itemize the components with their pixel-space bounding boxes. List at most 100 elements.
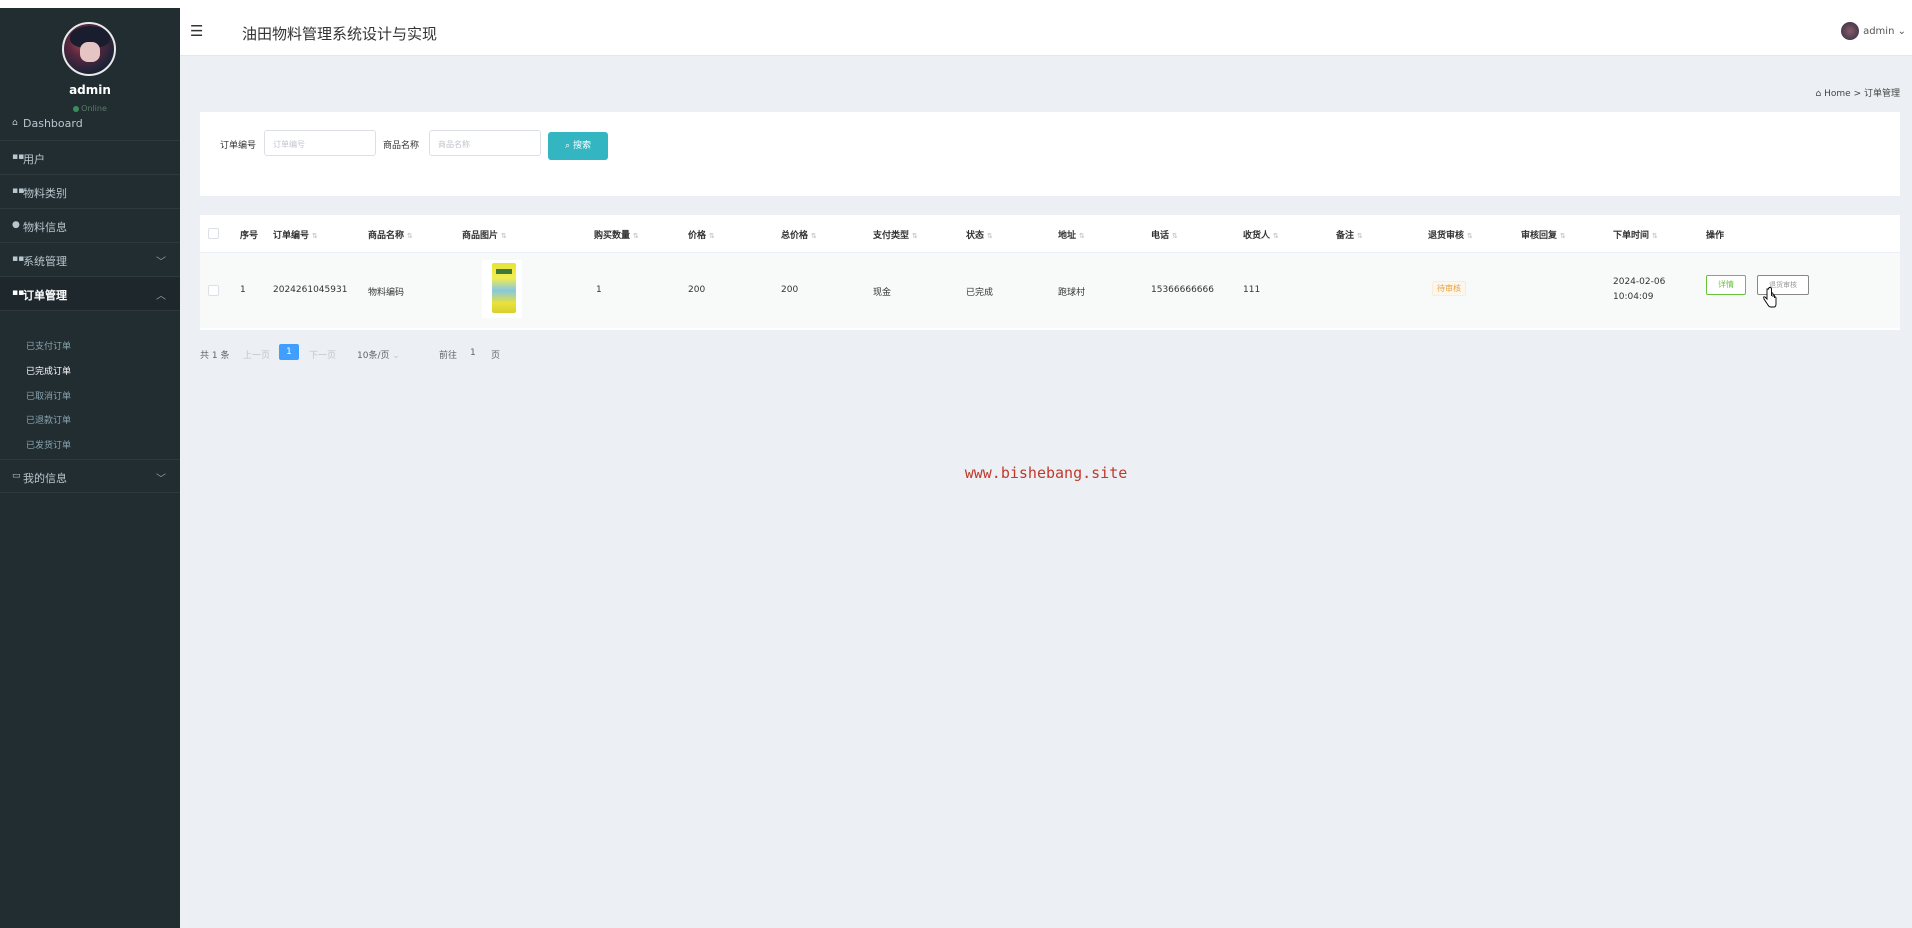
sidebar-item-orders[interactable]: ▪▪ 订单管理 ︿ <box>0 277 180 311</box>
next-page-button[interactable]: 下一页 <box>309 348 336 361</box>
sort-icon: ⇅ <box>407 232 413 240</box>
column-header[interactable]: 商品图片 ⇅ <box>462 228 507 241</box>
sidebar-item-label: 订单管理 <box>23 289 67 302</box>
page-title: 油田物料管理系统设计与实现 <box>242 25 438 43</box>
card-icon: ▭ <box>12 471 21 481</box>
submenu-paid-orders[interactable]: 已支付订单 <box>26 339 71 352</box>
cell-product-name: 物料编码 <box>368 288 405 298</box>
goto-page-input[interactable]: 1 <box>470 348 476 358</box>
column-header[interactable]: 支付类型 ⇅ <box>873 228 918 241</box>
sort-icon: ⇅ <box>1172 232 1178 240</box>
breadcrumb-current: 订单管理 <box>1863 89 1900 99</box>
cell-address: 跑球村 <box>1058 288 1086 298</box>
menu-toggle-icon[interactable]: ☰ <box>190 22 203 40</box>
sidebar-item-label: 物料信息 <box>23 221 67 234</box>
column-header[interactable]: 电话 ⇅ <box>1151 228 1178 241</box>
table-row: 1 2024261045931 物料编码 1 200 200 现金 已完成 跑球… <box>200 253 1900 328</box>
main-content: ⌂ Home > 订单管理 订单编号 订单编号 商品名称 商品名称 ⌕ 搜索 序… <box>180 56 1912 928</box>
column-header: 序号 <box>240 231 259 241</box>
cell-phone: 15366666666 <box>1151 285 1214 295</box>
cell-pay-type: 现金 <box>873 288 892 298</box>
cell-price: 200 <box>688 285 706 295</box>
search-panel: 订单编号 订单编号 商品名称 商品名称 ⌕ 搜索 <box>200 112 1900 196</box>
chevron-down-icon: ﹀ <box>156 257 166 268</box>
select-all-checkbox[interactable] <box>208 228 219 239</box>
sidebar-item-label: Dashboard <box>23 117 83 130</box>
sidebar-item-users[interactable]: ▪▪ 用户 <box>0 141 180 175</box>
page-size-select[interactable]: 10条/页 ⌄ <box>357 348 400 361</box>
sidebar-item-label: 物料类别 <box>23 187 67 200</box>
column-header[interactable]: 退货审核 ⇅ <box>1428 228 1473 241</box>
row-checkbox[interactable] <box>208 285 219 296</box>
search-button[interactable]: ⌕ 搜索 <box>548 132 608 160</box>
column-header[interactable]: 商品名称 ⇅ <box>368 228 413 241</box>
column-header[interactable]: 备注 ⇅ <box>1336 228 1363 241</box>
user-menu[interactable]: admin ⌄ <box>1841 22 1906 40</box>
sidebar-item-label: 用户 <box>23 153 45 166</box>
chevron-up-icon: ︿ <box>156 291 166 302</box>
column-header[interactable]: 地址 ⇅ <box>1058 228 1085 241</box>
column-header[interactable]: 收货人 ⇅ <box>1243 228 1279 241</box>
cell-status: 已完成 <box>966 288 994 298</box>
cell-receiver: 111 <box>1243 285 1261 295</box>
sort-icon: ⇅ <box>987 232 993 240</box>
column-header[interactable]: 订单编号 ⇅ <box>273 228 318 241</box>
chevron-down-icon: ⌄ <box>1897 26 1906 37</box>
column-header[interactable]: 审核回复 ⇅ <box>1521 228 1566 241</box>
search-icon: ⌕ <box>565 141 571 151</box>
orders-table: 序号 订单编号 ⇅ 商品名称 ⇅ 商品图片 ⇅ 购买数量 ⇅ 价格 ⇅ 总价格 ⇅ 支付类型… <box>200 215 1900 330</box>
home-icon: ⌂ <box>12 118 18 128</box>
sidebar-item-dashboard[interactable]: ⌂ Dashboard <box>0 107 180 141</box>
submenu-shipped-orders[interactable]: 已发货订单 <box>26 438 71 451</box>
user-avatar <box>62 22 116 76</box>
hand-cursor-icon <box>1763 287 1777 308</box>
page-number-current[interactable]: 1 <box>279 344 299 360</box>
submenu-refunded-orders[interactable]: 已退款订单 <box>26 413 71 426</box>
table-header: 序号 订单编号 ⇅ 商品名称 ⇅ 商品图片 ⇅ 购买数量 ⇅ 价格 ⇅ 总价格 ⇅ 支付类型… <box>200 215 1900 253</box>
sort-icon: ⇅ <box>1467 232 1473 240</box>
product-image[interactable] <box>482 260 522 318</box>
pagination: 共 1 条 上一页 1 下一页 10条/页 ⌄ 前往 1 页 <box>200 343 600 363</box>
top-bar: ☰ 油田物料管理系统设计与实现 admin ⌄ <box>180 8 1912 56</box>
column-header[interactable]: 下单时间 ⇅ <box>1613 228 1658 241</box>
order-no-label: 订单编号 <box>220 141 257 151</box>
sort-icon: ⇅ <box>811 232 817 240</box>
submenu-cancelled-orders[interactable]: 已取消订单 <box>26 389 71 402</box>
cell-order-time: 2024-02-06 10:04:09 <box>1613 277 1666 302</box>
prev-page-button[interactable]: 上一页 <box>243 348 270 361</box>
page-unit-label: 页 <box>491 351 501 361</box>
sidebar-item-material-category[interactable]: ▪▪ 物料类别 <box>0 175 180 209</box>
cell-quantity: 1 <box>596 285 602 295</box>
watermark-text: www.bishebang.site <box>964 464 1128 482</box>
column-header[interactable]: 总价格 ⇅ <box>781 228 817 241</box>
sort-icon: ⇅ <box>912 232 918 240</box>
column-header[interactable]: 价格 ⇅ <box>688 228 715 241</box>
sort-icon: ⇅ <box>709 232 715 240</box>
sidebar-item-my-info[interactable]: ▭ 我的信息 ﹀ <box>0 459 180 493</box>
sidebar-item-system[interactable]: ▪▪ 系统管理 ﹀ <box>0 243 180 277</box>
product-name-input[interactable]: 商品名称 <box>429 130 541 156</box>
submenu-completed-orders[interactable]: 已完成订单 <box>26 364 71 377</box>
sidebar-item-label: 系统管理 <box>23 255 67 268</box>
sidebar-username: admin <box>69 83 111 97</box>
avatar <box>1841 22 1860 40</box>
column-header[interactable]: 状态 ⇅ <box>966 228 993 241</box>
sort-icon: ⇅ <box>312 232 318 240</box>
chevron-down-icon: ⌄ <box>392 351 400 361</box>
column-header: 操作 <box>1706 231 1725 241</box>
chevron-down-icon: ﹀ <box>156 474 166 485</box>
cell-total: 200 <box>781 285 799 295</box>
breadcrumb-home[interactable]: Home <box>1824 89 1851 99</box>
sidebar: admin Online ⌂ Dashboard ▪▪ 用户 ▪▪ 物料类别 ●… <box>0 8 180 928</box>
sort-icon: ⇅ <box>1357 232 1363 240</box>
order-no-input[interactable]: 订单编号 <box>264 130 376 156</box>
detail-button[interactable]: 详情 <box>1706 275 1746 295</box>
goto-label: 前往 <box>439 351 458 361</box>
column-header[interactable]: 购买数量 ⇅ <box>594 228 639 241</box>
product-name-label: 商品名称 <box>383 141 420 151</box>
sort-icon: ⇅ <box>1652 232 1658 240</box>
user-icon: ● <box>12 220 20 230</box>
sort-icon: ⇅ <box>1560 232 1566 240</box>
sidebar-item-material-info[interactable]: ● 物料信息 <box>0 209 180 243</box>
sort-icon: ⇅ <box>1273 232 1279 240</box>
